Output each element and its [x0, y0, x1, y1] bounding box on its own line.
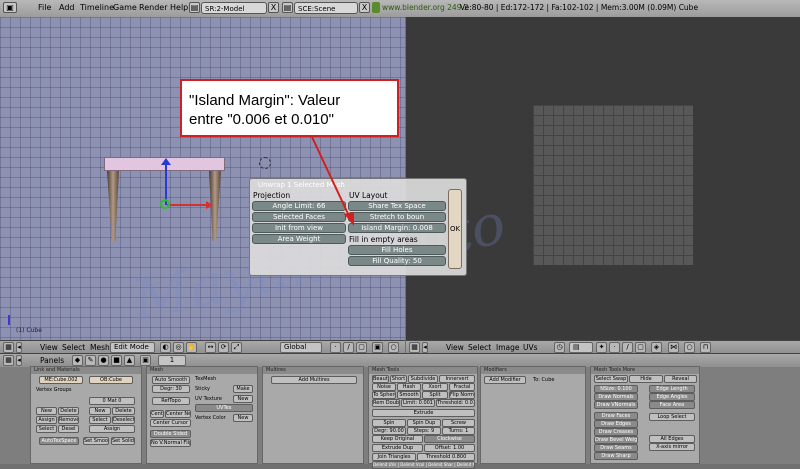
annotation-arrow [311, 136, 354, 226]
